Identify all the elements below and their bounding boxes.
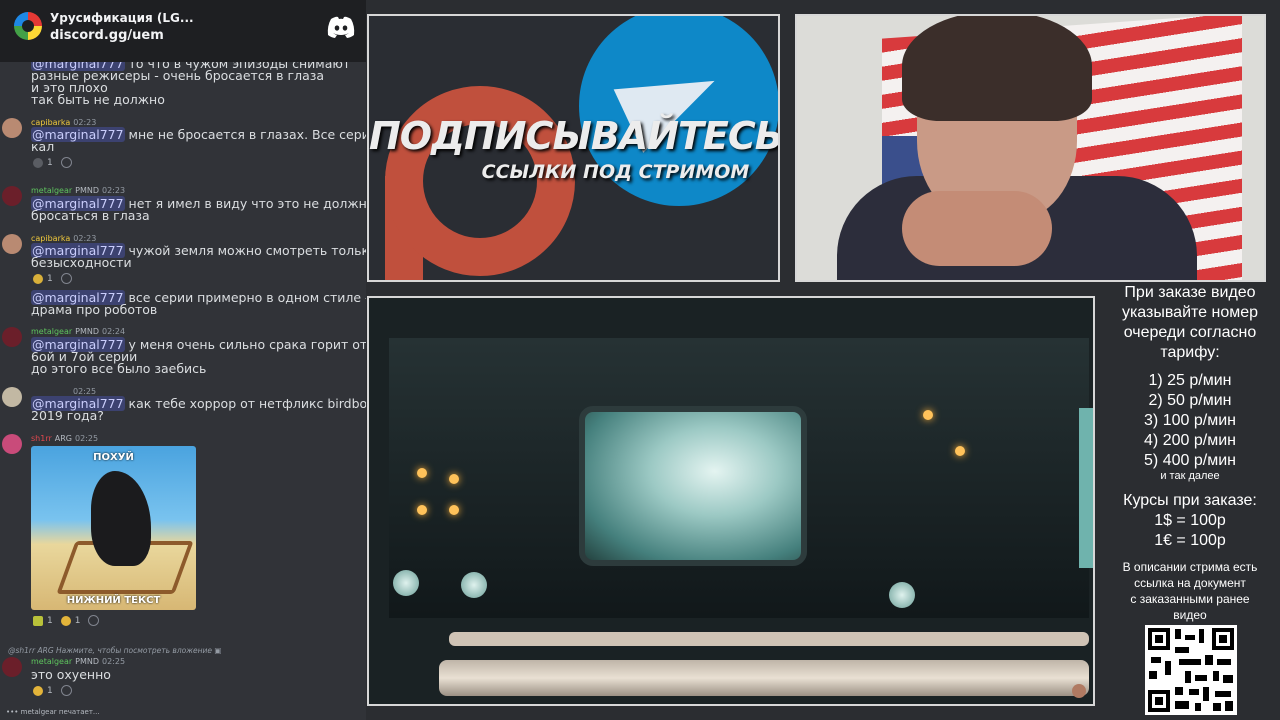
reaction-bar[interactable]: 1 xyxy=(33,685,72,696)
invite-link[interactable]: discord.gg/uem xyxy=(50,28,164,43)
clan-tag: PMND xyxy=(75,186,100,195)
avatar[interactable] xyxy=(2,657,22,677)
add-reaction-icon[interactable] xyxy=(60,273,72,284)
reaction-emoji-icon xyxy=(60,615,71,626)
reaction-emoji-icon xyxy=(33,157,43,168)
order-info-panel: При заказе видео указывайте номер очеред… xyxy=(1100,282,1280,720)
avatar[interactable] xyxy=(2,186,22,206)
indicator-light xyxy=(955,446,965,456)
message-line: безысходности xyxy=(31,255,132,270)
clan-tag: PMND xyxy=(75,657,100,666)
order-header-line: тарифу: xyxy=(1160,344,1220,361)
username[interactable]: metalgear PMND 02:24 xyxy=(31,327,125,336)
channel-avatar xyxy=(1072,684,1086,698)
tariff-etc: и так далее xyxy=(1160,470,1220,482)
message-line: драма про роботов xyxy=(31,302,158,317)
tariff-item: 1) 25 р/мин xyxy=(1148,372,1232,389)
streamer-hand xyxy=(902,191,1052,266)
meme-image-attachment[interactable]: ПОХУЙ НИЖНИЙ ТЕКСТ xyxy=(31,446,196,610)
webcam-feed xyxy=(795,14,1266,282)
message-line: так быть не должно xyxy=(31,92,165,107)
message-line: до этого все было заебись xyxy=(31,361,207,376)
clan-tag: ARG xyxy=(54,434,72,443)
rates-header: Курсы при заказе: xyxy=(1123,492,1257,509)
indicator-light xyxy=(923,410,933,420)
rate-item: 1$ = 100р xyxy=(1154,512,1226,529)
clan-tag: PMND xyxy=(75,327,100,336)
message-line: кал xyxy=(31,139,55,154)
typing-dots-icon: ••• xyxy=(6,708,19,716)
username[interactable]: 02:25 xyxy=(70,387,96,396)
reaction-emoji-icon xyxy=(33,273,43,284)
meme-bottom-text: НИЖНИЙ ТЕКСТ xyxy=(66,595,161,606)
crt-monitor-right xyxy=(1079,408,1093,568)
username[interactable]: capibarka 02:23 xyxy=(31,234,96,243)
reaction-bar[interactable]: 11 xyxy=(33,615,100,626)
light-tube xyxy=(449,632,1089,646)
tariff-item: 5) 400 р/мин xyxy=(1144,452,1236,469)
discord-chat-overlay: @marginal777 то что в чужом эпизоды сним… xyxy=(0,0,366,720)
add-reaction-icon[interactable] xyxy=(88,615,100,626)
message-line: 2019 года? xyxy=(31,408,104,423)
add-reaction-icon[interactable] xyxy=(60,685,72,696)
order-header-line: указывайте номер xyxy=(1121,304,1259,321)
streamer-hair xyxy=(902,16,1092,121)
message-line: бросаться в глаза xyxy=(31,208,150,223)
reaction-emoji-icon xyxy=(33,685,43,696)
avatar[interactable] xyxy=(2,327,22,347)
rate-item: 1€ = 100р xyxy=(1154,532,1226,549)
reaction-bar[interactable]: 1 xyxy=(33,157,72,168)
tariff-item: 3) 100 р/мин xyxy=(1144,412,1236,429)
image-icon: ▣ xyxy=(214,646,222,655)
order-header-line: очереди согласно xyxy=(1123,324,1257,341)
username[interactable]: metalgear PMND 02:25 xyxy=(31,657,125,666)
description-note-line: ссылка на документ xyxy=(1134,576,1246,590)
avatar[interactable] xyxy=(2,434,22,454)
subscribe-banner: ПОДПИСЫВАЙТЕСЬ ССЫЛКИ ПОД СТРИМОМ xyxy=(367,14,780,282)
typing-indicator: ••• metalgear печатает... xyxy=(6,708,100,716)
avatar[interactable] xyxy=(2,118,22,138)
console-knob xyxy=(889,582,915,608)
indicator-light xyxy=(417,468,427,478)
xenomorph-figure xyxy=(91,471,151,566)
banner-subtitle: ССЫЛКИ ПОД СТРИМОМ xyxy=(481,161,750,183)
discord-logo-icon[interactable] xyxy=(326,16,356,38)
indicator-light xyxy=(449,505,459,515)
username[interactable]: capibarka 02:23 xyxy=(31,118,96,127)
server-name: Урусификация (LG... xyxy=(50,11,194,25)
avatar[interactable] xyxy=(2,387,22,407)
description-note-line: В описании стрима есть xyxy=(1122,560,1258,574)
order-header-line: При заказе видео xyxy=(1124,284,1256,301)
description-note-line: с заказанными ранее xyxy=(1130,592,1250,606)
reply-reference[interactable]: @sh1rr ARG Нажмите, чтобы посмотреть вло… xyxy=(8,646,221,655)
tariff-item: 2) 50 р/мин xyxy=(1148,392,1232,409)
light-tube xyxy=(439,660,1089,696)
console-knob xyxy=(393,570,419,596)
console-knob xyxy=(461,572,487,598)
discord-widget-header: Урусификация (LG... discord.gg/uem xyxy=(0,0,366,62)
message-line: это охуенно xyxy=(31,667,111,682)
qr-code[interactable] xyxy=(1145,625,1237,715)
tariff-item: 4) 200 р/мин xyxy=(1144,432,1236,449)
reaction-bar[interactable]: 1 xyxy=(33,273,72,284)
indicator-light xyxy=(449,474,459,484)
indicator-light xyxy=(417,505,427,515)
message-line: @marginal777 мне не бросается в глазах. … xyxy=(31,127,366,142)
username[interactable]: sh1rr ARG 02:25 xyxy=(31,434,98,443)
crt-monitor xyxy=(579,406,807,566)
server-icon[interactable] xyxy=(14,12,42,40)
meme-top-text: ПОХУЙ xyxy=(93,452,134,463)
avatar[interactable] xyxy=(2,234,22,254)
reaction-emoji-icon xyxy=(33,615,43,626)
username[interactable]: metalgear PMND 02:23 xyxy=(31,186,125,195)
add-reaction-icon[interactable] xyxy=(60,157,72,168)
video-player[interactable] xyxy=(367,296,1095,706)
description-note-line: видео xyxy=(1173,608,1207,622)
banner-title: ПОДПИСЫВАЙТЕСЬ xyxy=(369,114,780,158)
